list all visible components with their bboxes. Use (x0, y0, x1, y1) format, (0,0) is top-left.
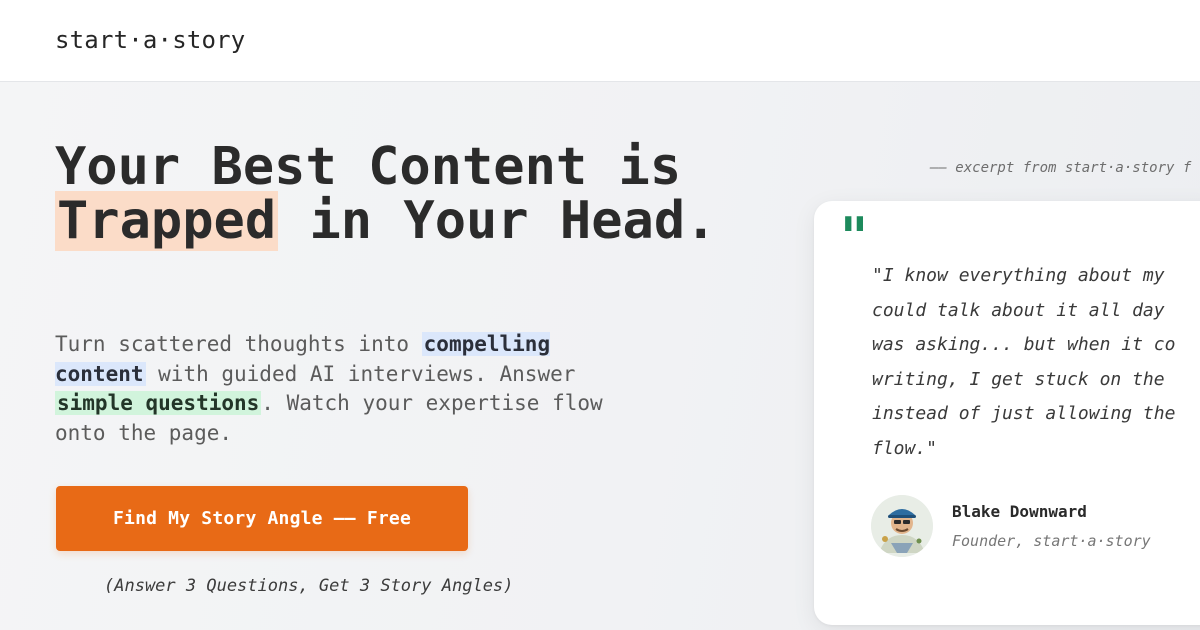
person-avatar-icon (871, 495, 933, 557)
author-name: Blake Downward (952, 502, 1087, 521)
testimonial-card: " "I know everything about my could talk… (814, 201, 1200, 625)
avatar-illustration (871, 495, 933, 557)
quote-mark-icon: " (840, 205, 869, 269)
cta-note: (Answer 3 Questions, Get 3 Story Angles) (104, 576, 514, 596)
hero-headline: Your Best Content is Trapped in Your Hea… (55, 137, 755, 251)
subtext-part-2: with guided AI interviews. Answer (145, 361, 576, 386)
subtext-highlight-simple: simple questions (55, 391, 262, 415)
excerpt-label: —— excerpt from start·a·story f (930, 160, 1192, 176)
find-story-angle-button[interactable]: Find My Story Angle —— Free (56, 486, 468, 551)
author-role: Founder, start·a·story (952, 532, 1151, 550)
headline-text-2: in Your Head. (278, 191, 717, 251)
testimonial-quote: "I know everything about my could talk a… (872, 265, 1176, 459)
headline-text-1: Your Best Content is (55, 137, 682, 197)
headline-highlight: Trapped (55, 191, 279, 251)
subtext-part-1: Turn scattered thoughts into (55, 332, 422, 356)
top-nav-bar: start·a·story (0, 0, 1200, 82)
site-logo[interactable]: start·a·story (55, 26, 245, 54)
hero-subtext: Turn scattered thoughts into compelling … (55, 330, 615, 448)
